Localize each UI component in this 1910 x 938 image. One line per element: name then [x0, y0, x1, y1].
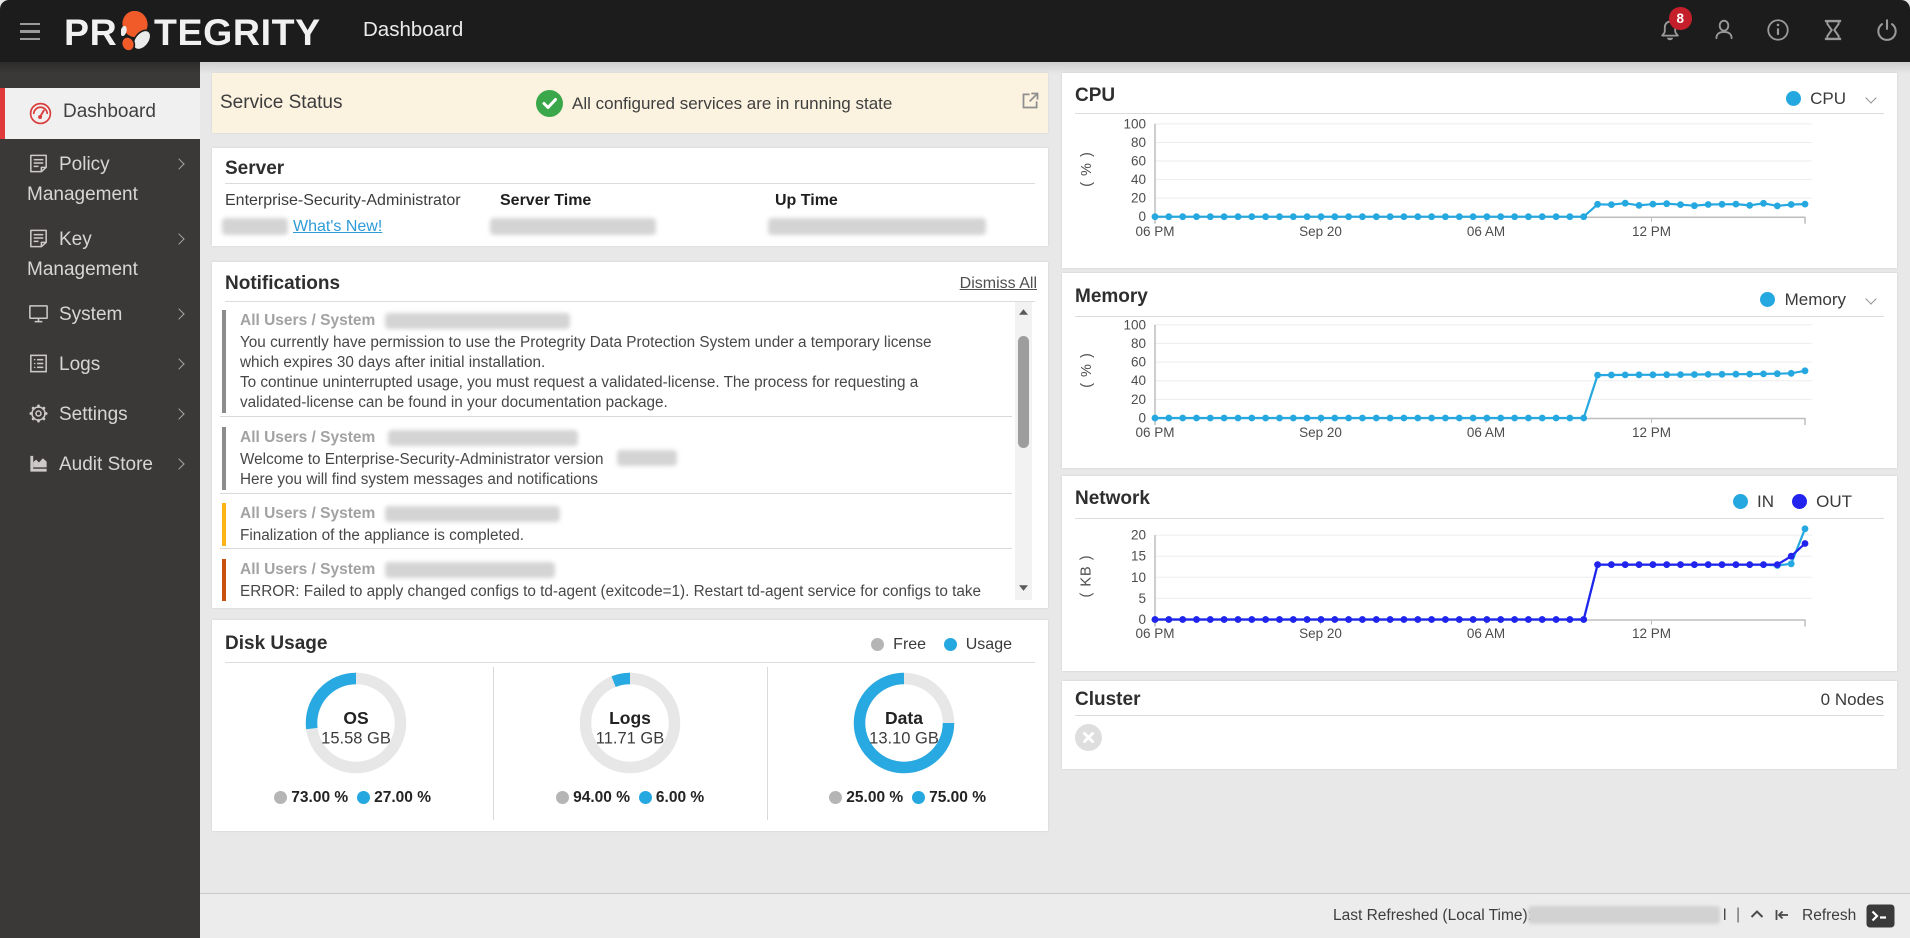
svg-text:20: 20	[1131, 191, 1146, 206]
svg-text:100: 100	[1123, 116, 1146, 131]
svg-text:10: 10	[1131, 570, 1146, 585]
svg-text:06 AM: 06 AM	[1467, 626, 1505, 641]
svg-text:100: 100	[1123, 317, 1146, 332]
svg-text:06 PM: 06 PM	[1135, 224, 1174, 239]
svg-text:15.58 GB: 15.58 GB	[321, 730, 391, 748]
svg-text:80: 80	[1131, 336, 1146, 351]
svg-text:60: 60	[1131, 355, 1146, 370]
svg-text:0: 0	[1138, 411, 1146, 426]
svg-text:80: 80	[1131, 135, 1146, 150]
svg-text:Sep 20: Sep 20	[1299, 224, 1342, 239]
svg-text:5: 5	[1138, 591, 1146, 606]
svg-text:OS: OS	[343, 708, 368, 728]
svg-text:06 PM: 06 PM	[1135, 626, 1174, 641]
svg-text:40: 40	[1131, 373, 1146, 388]
svg-text:11.71 GB: 11.71 GB	[596, 730, 665, 748]
svg-text:60: 60	[1131, 154, 1146, 169]
svg-text:40: 40	[1131, 172, 1146, 187]
svg-text:Sep 20: Sep 20	[1299, 425, 1342, 440]
svg-text:0: 0	[1138, 612, 1146, 627]
svg-text:12 PM: 12 PM	[1632, 425, 1671, 440]
svg-text:Data: Data	[885, 708, 923, 728]
svg-text:06 AM: 06 AM	[1467, 224, 1505, 239]
svg-text:06 PM: 06 PM	[1135, 425, 1174, 440]
svg-text:13.10 GB: 13.10 GB	[869, 730, 939, 748]
svg-text:06 AM: 06 AM	[1467, 425, 1505, 440]
svg-text:20: 20	[1131, 528, 1146, 543]
svg-text:15: 15	[1131, 549, 1146, 564]
svg-text:Logs: Logs	[609, 708, 651, 728]
svg-text:20: 20	[1131, 392, 1146, 407]
svg-text:12 PM: 12 PM	[1632, 224, 1671, 239]
svg-text:12 PM: 12 PM	[1632, 626, 1671, 641]
svg-text:Sep 20: Sep 20	[1299, 626, 1342, 641]
svg-text:0: 0	[1138, 209, 1146, 224]
